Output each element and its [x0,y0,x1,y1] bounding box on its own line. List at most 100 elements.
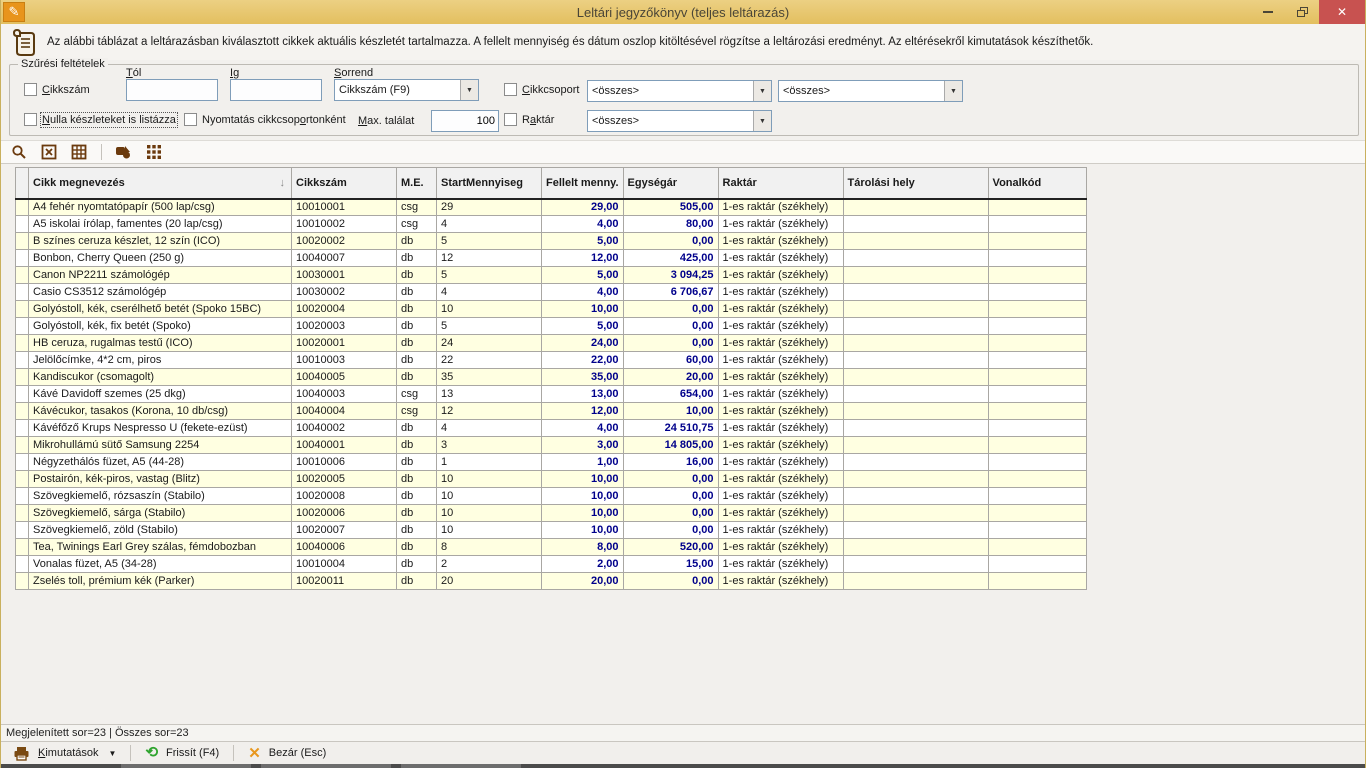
table-row[interactable]: Vonalas füzet, A5 (34-28)10010004db22,00… [16,556,1087,573]
column-header-vonalkod[interactable]: Vonalkód [988,168,1086,199]
table-row[interactable]: Golyóstoll, kék, cserélhető betét (Spoko… [16,301,1087,318]
table-row[interactable]: A5 iskolai írólap, famentes (20 lap/csg)… [16,216,1087,233]
cell-start: 22 [437,352,542,369]
raktar-checkbox[interactable]: Raktár [504,113,554,126]
cell-found[interactable]: 13,00 [542,386,624,403]
table-grid-button[interactable] [69,142,89,162]
row-selector-cell [16,488,29,505]
checkbox-icon [24,113,37,126]
row-selector-cell [16,216,29,233]
cikkcsoport2-select[interactable]: <összes> ▼ [778,80,963,102]
table-row[interactable]: B színes ceruza készlet, 12 szín (ICO)10… [16,233,1087,250]
table-row[interactable]: A4 fehér nyomtatópapír (500 lap/csg)1001… [16,199,1087,216]
cell-unit: db [397,556,437,573]
cell-found[interactable]: 10,00 [542,488,624,505]
cell-found[interactable]: 10,00 [542,522,624,539]
table-row[interactable]: Kávé Davidoff szemes (25 dkg)10040003csg… [16,386,1087,403]
cell-found[interactable]: 5,00 [542,233,624,250]
cell-found[interactable]: 24,00 [542,335,624,352]
max-talalat-input[interactable] [431,110,499,132]
row-count-status: Megjelenített sor=23 | Összes sor=23 [6,727,189,739]
nyomtatas-checkbox[interactable]: Nyomtatás cikkcsoportonként [184,113,346,126]
table-row[interactable]: Négyzethálós füzet, A5 (44-28)10010006db… [16,454,1087,471]
cell-found[interactable]: 1,00 [542,454,624,471]
column-header-me[interactable]: M.E. [397,168,437,199]
cell-warehouse: 1-es raktár (székhely) [718,437,843,454]
column-header-startmennyiseg[interactable]: StartMennyiseg [437,168,542,199]
tol-label: Tól [126,67,141,79]
cell-found[interactable]: 35,00 [542,369,624,386]
table-row[interactable]: Mikrohullámú sütő Samsung 225410040001db… [16,437,1087,454]
cell-found[interactable]: 22,00 [542,352,624,369]
table-row[interactable]: Jelölőcímke, 4*2 cm, piros10010003db2222… [16,352,1087,369]
cell-found[interactable]: 3,00 [542,437,624,454]
excel-export-button[interactable] [39,142,59,162]
table-row[interactable]: Tea, Twinings Earl Grey szálas, fémdoboz… [16,539,1087,556]
cell-price: 60,00 [623,352,718,369]
cell-name: Golyóstoll, kék, cserélhető betét (Spoko… [29,301,292,318]
table-row[interactable]: Kávéfőző Krups Nespresso U (fekete-ezüst… [16,420,1087,437]
column-header-tarolasi-hely[interactable]: Tárolási hely [843,168,988,199]
table-row[interactable]: Szövegkiemelő, zöld (Stabilo)10020007db1… [16,522,1087,539]
table-row[interactable]: HB ceruza, rugalmas testű (ICO)10020001d… [16,335,1087,352]
table-row[interactable]: Postairón, kék-piros, vastag (Blitz)1002… [16,471,1087,488]
table-row[interactable]: Casio CS3512 számológép10030002db44,006 … [16,284,1087,301]
nulla-keszlet-checkbox[interactable]: Nulla készleteket is listázza [24,113,176,126]
cell-price: 0,00 [623,301,718,318]
cell-storage [843,403,988,420]
cikkszam-checkbox[interactable]: Cikkszám [24,83,90,96]
frissit-button[interactable]: ⟲ Frissít (F4) [139,743,225,763]
raktar-value: <összes> [588,115,753,127]
table-row[interactable]: Kávécukor, tasakos (Korona, 10 db/csg)10… [16,403,1087,420]
cikkcsoport-select[interactable]: <összes> ▼ [587,80,772,102]
sorrend-select[interactable]: Cikkszám (F9) ▼ [334,79,479,101]
table-row[interactable]: Szövegkiemelő, sárga (Stabilo)10020006db… [16,505,1087,522]
raktar-select[interactable]: <összes> ▼ [587,110,772,132]
bezar-button[interactable]: ✕ Bezár (Esc) [242,743,332,763]
shapes-button[interactable] [114,142,134,162]
titlebar: ✎ Leltári jegyzőkönyv (teljes leltárazás… [1,0,1365,24]
cell-found[interactable]: 29,00 [542,199,624,216]
cell-found[interactable]: 4,00 [542,420,624,437]
column-header-raktar[interactable]: Raktár [718,168,843,199]
cell-found[interactable]: 5,00 [542,318,624,335]
cell-found[interactable]: 5,00 [542,267,624,284]
dots-grid-icon [146,144,162,160]
cikkcsoport-label: Cikkcsoport [522,84,579,96]
scroll-icon [9,27,37,57]
column-header-egysegar[interactable]: Egységár [623,168,718,199]
cell-unit: db [397,318,437,335]
row-selector-cell [16,505,29,522]
table-row[interactable]: Golyóstoll, kék, fix betét (Spoko)100200… [16,318,1087,335]
cell-found[interactable]: 20,00 [542,573,624,590]
kimutatasok-button[interactable]: Kimutatások ▼ [7,743,122,763]
table-row[interactable]: Zselés toll, prémium kék (Parker)1002001… [16,573,1087,590]
table-row[interactable]: Bonbon, Cherry Queen (250 g)10040007db12… [16,250,1087,267]
column-header-cikk-megnevezes[interactable]: Cikk megnevezés ↓ [29,168,292,199]
table-row[interactable]: Szövegkiemelő, rózsaszín (Stabilo)100200… [16,488,1087,505]
cell-found[interactable]: 2,00 [542,556,624,573]
minimize-button[interactable] [1251,0,1285,24]
restore-button[interactable] [1285,0,1319,24]
cell-found[interactable]: 12,00 [542,403,624,420]
table-row[interactable]: Canon NP2211 számológép10030001db55,003 … [16,267,1087,284]
cell-warehouse: 1-es raktár (székhely) [718,522,843,539]
close-button[interactable]: ✕ [1319,0,1365,24]
cell-code: 10040002 [292,420,397,437]
cikkcsoport-checkbox[interactable]: Cikkcsoport [504,83,579,96]
cell-found[interactable]: 10,00 [542,471,624,488]
cell-price: 0,00 [623,471,718,488]
cell-found[interactable]: 4,00 [542,284,624,301]
cell-found[interactable]: 4,00 [542,216,624,233]
column-header-fellelt-menny[interactable]: Fellelt menny. [542,168,624,199]
column-header-cikkszam[interactable]: Cikkszám [292,168,397,199]
cell-found[interactable]: 10,00 [542,301,624,318]
ig-input[interactable] [230,79,322,101]
cell-found[interactable]: 10,00 [542,505,624,522]
search-button[interactable] [9,142,29,162]
table-row[interactable]: Kandiscukor (csomagolt)10040005db3535,00… [16,369,1087,386]
dots-grid-button[interactable] [144,142,164,162]
cell-found[interactable]: 12,00 [542,250,624,267]
cell-found[interactable]: 8,00 [542,539,624,556]
tol-input[interactable] [126,79,218,101]
